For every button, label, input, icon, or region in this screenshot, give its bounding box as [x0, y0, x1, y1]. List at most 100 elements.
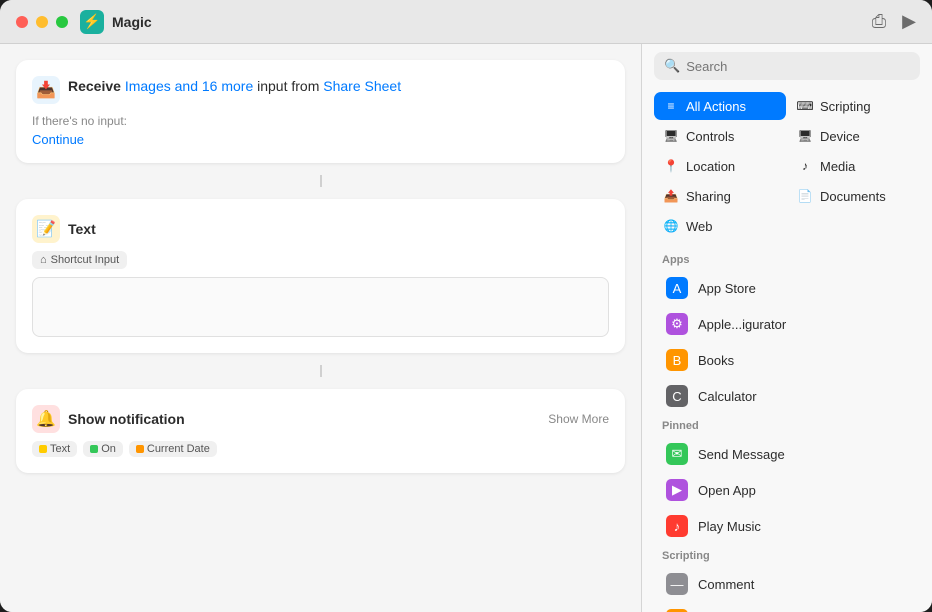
share-button[interactable]: ⎙ [872, 11, 886, 32]
main-content: 📥 Receive Images and 16 more input from … [0, 44, 932, 612]
category-web[interactable]: 🌐 Web [654, 212, 786, 240]
apps-section-header: Apps [642, 248, 932, 270]
search-input[interactable] [686, 59, 910, 74]
right-panel-top: 🔍 ≡ All Actions ⌨ Scripting 🖥 Co [642, 44, 932, 248]
list-item-show-result[interactable]: ≡ Show Result [646, 602, 928, 612]
all-actions-icon: ≡ [662, 97, 680, 115]
right-panel: 🔍 ≡ All Actions ⌨ Scripting 🖥 Co [642, 44, 932, 612]
tag-on-dot [90, 445, 98, 453]
text-card-icon: 📝 [32, 215, 60, 243]
category-device[interactable]: 🖥 Device [788, 122, 920, 150]
notification-title: Show notification [68, 411, 185, 427]
receive-images-label[interactable]: Images and 16 more [125, 78, 253, 94]
device-icon: 🖥 [796, 127, 814, 145]
text-card[interactable]: 📝 Text ⌂ Shortcut Input [16, 199, 625, 353]
documents-label: Documents [820, 189, 886, 204]
scripting-icon: ⌨ [796, 97, 814, 115]
apple-configurator-label: Apple...igurator [698, 317, 786, 332]
app-store-icon: A [666, 277, 688, 299]
controls-label: Controls [686, 129, 734, 144]
play-music-icon: ♪ [666, 515, 688, 537]
run-button[interactable]: ▶ [902, 11, 916, 32]
send-message-label: Send Message [698, 447, 785, 462]
minimize-button[interactable] [36, 16, 48, 28]
text-area-preview [32, 277, 609, 337]
list-item-send-message[interactable]: ✉ Send Message [646, 436, 928, 472]
documents-icon: 📄 [796, 187, 814, 205]
list-item-apple-configurator[interactable]: ⚙ Apple...igurator [646, 306, 928, 342]
maximize-button[interactable] [56, 16, 68, 28]
continue-link[interactable]: Continue [32, 132, 609, 147]
comment-label: Comment [698, 577, 754, 592]
apple-configurator-icon: ⚙ [666, 313, 688, 335]
shortcut-input-label: Shortcut Input [51, 254, 120, 266]
receive-icon: 📥 [32, 76, 60, 104]
media-label: Media [820, 159, 855, 174]
tag-text-dot [39, 445, 47, 453]
left-panel: 📥 Receive Images and 16 more input from … [0, 44, 642, 612]
scripting-label: Scripting [820, 99, 871, 114]
all-actions-label: All Actions [686, 99, 746, 114]
main-window: ⚡ Magic ⎙ ▶ 📥 Receive Images and 16 more… [0, 0, 932, 612]
receive-input-from: input from [257, 78, 323, 94]
no-input-label: If there's no input: [32, 114, 609, 128]
category-documents[interactable]: 📄 Documents [788, 182, 920, 210]
search-icon: 🔍 [664, 58, 680, 74]
category-all-actions[interactable]: ≡ All Actions [654, 92, 786, 120]
shortcut-input-badge: ⌂ Shortcut Input [32, 251, 127, 269]
search-bar: 🔍 [654, 52, 920, 80]
notification-card[interactable]: 🔔 Show notification Show More Text On [16, 389, 625, 473]
categories-grid: ≡ All Actions ⌨ Scripting 🖥 Controls 🖥 D… [642, 88, 932, 248]
open-app-label: Open App [698, 483, 756, 498]
tag-on-label: On [101, 443, 116, 455]
list-item-play-music[interactable]: ♪ Play Music [646, 508, 928, 544]
divider-1 [320, 175, 322, 187]
shortcut-input-icon: ⌂ [40, 254, 47, 266]
calculator-label: Calculator [698, 389, 757, 404]
scripting-section-header: Scripting [642, 544, 932, 566]
tag-text-label: Text [50, 443, 70, 455]
open-app-icon: ▶ [666, 479, 688, 501]
device-label: Device [820, 129, 860, 144]
app-title: Magic [112, 14, 872, 30]
calculator-icon: C [666, 385, 688, 407]
receive-card: 📥 Receive Images and 16 more input from … [16, 60, 625, 163]
list-item-books[interactable]: B Books [646, 342, 928, 378]
list-item-calculator[interactable]: C Calculator [646, 378, 928, 414]
traffic-lights [16, 16, 68, 28]
category-location[interactable]: 📍 Location [654, 152, 786, 180]
titlebar: ⚡ Magic ⎙ ▶ [0, 0, 932, 44]
show-more-label[interactable]: Show More [548, 412, 609, 426]
list-item-comment[interactable]: — Comment [646, 566, 928, 602]
controls-icon: 🖥 [662, 127, 680, 145]
notification-tags: Text On Current Date [32, 441, 609, 457]
category-scripting[interactable]: ⌨ Scripting [788, 92, 920, 120]
list-item-app-store[interactable]: A App Store [646, 270, 928, 306]
pinned-section-header: Pinned [642, 414, 932, 436]
text-card-title: Text [68, 221, 96, 237]
tag-date-dot [136, 445, 144, 453]
divider-2 [320, 365, 322, 377]
notification-card-header: 🔔 Show notification Show More [32, 405, 609, 433]
titlebar-actions: ⎙ ▶ [872, 11, 916, 32]
text-card-header: 📝 Text [32, 215, 609, 243]
category-sharing[interactable]: 📤 Sharing [654, 182, 786, 210]
tag-date: Current Date [129, 441, 217, 457]
media-icon: ♪ [796, 157, 814, 175]
books-label: Books [698, 353, 734, 368]
category-media[interactable]: ♪ Media [788, 152, 920, 180]
play-music-label: Play Music [698, 519, 761, 534]
receive-text: Receive Images and 16 more input from Sh… [68, 78, 401, 94]
close-button[interactable] [16, 16, 28, 28]
notification-icon: 🔔 [32, 405, 60, 433]
web-icon: 🌐 [662, 217, 680, 235]
tag-on: On [83, 441, 123, 457]
web-label: Web [686, 219, 713, 234]
sharing-icon: 📤 [662, 187, 680, 205]
comment-icon: — [666, 573, 688, 595]
list-item-open-app[interactable]: ▶ Open App [646, 472, 928, 508]
receive-share-sheet[interactable]: Share Sheet [323, 78, 401, 94]
app-icon: ⚡ [80, 10, 104, 34]
category-controls[interactable]: 🖥 Controls [654, 122, 786, 150]
app-store-label: App Store [698, 281, 756, 296]
